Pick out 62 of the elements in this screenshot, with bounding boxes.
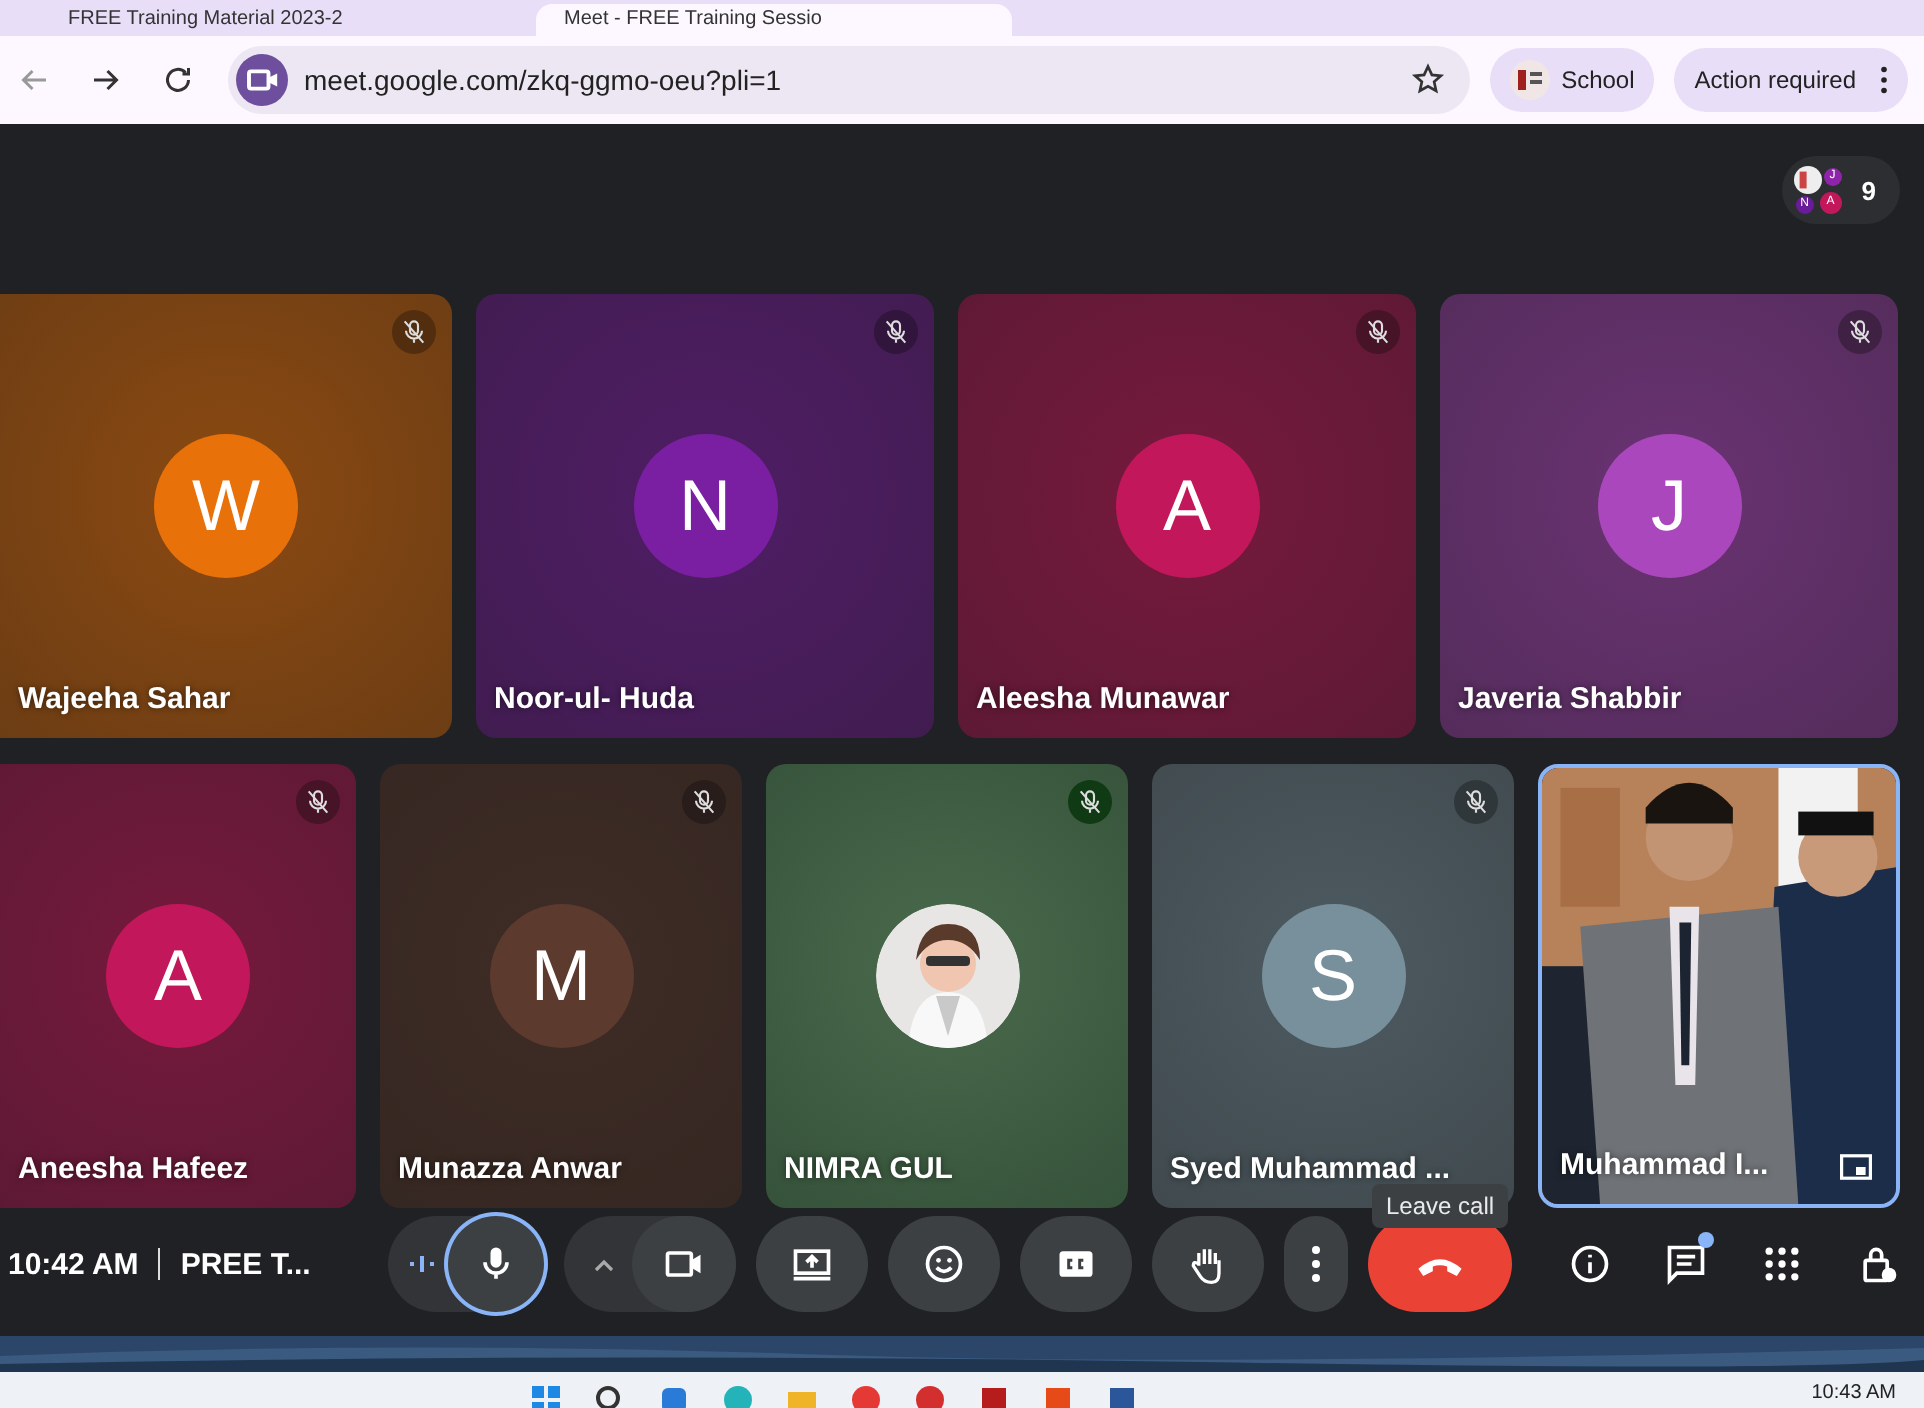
avatar-initial: A: [106, 904, 250, 1048]
app-icon[interactable]: [658, 1384, 690, 1408]
captions-button[interactable]: [1020, 1216, 1132, 1312]
participant-name: Aleesha Munawar: [976, 682, 1230, 716]
app-icon[interactable]: [1106, 1384, 1138, 1408]
participant-tile[interactable]: N Noor-ul- Huda: [476, 294, 934, 738]
smiley-icon: [922, 1242, 966, 1286]
participant-tile[interactable]: M Munazza Anwar: [380, 764, 742, 1208]
camera-button[interactable]: [632, 1216, 736, 1312]
tooltip: Leave call: [1372, 1184, 1509, 1228]
more-icon: [1880, 66, 1888, 94]
avatar-initial: W: [154, 434, 298, 578]
avatar-initial: A: [1115, 434, 1259, 578]
app-icon[interactable]: [850, 1384, 882, 1408]
action-required-button[interactable]: Action required: [1674, 48, 1908, 112]
taskbar-clock: 10:43 AM: [1811, 1382, 1896, 1404]
avatar-initial: M: [489, 904, 633, 1048]
caret-icon[interactable]: [592, 1256, 616, 1272]
reload-icon[interactable]: [160, 62, 196, 98]
profile-logo-icon: [1509, 60, 1550, 100]
pip-icon[interactable]: [1840, 1154, 1872, 1180]
browser-tab[interactable]: FREE Training Material 2023-2: [40, 4, 516, 36]
participant-name: Wajeeha Sahar: [18, 682, 231, 716]
info-icon: [1568, 1242, 1612, 1286]
participant-tile[interactable]: NIMRA GUL: [766, 764, 1128, 1208]
star-icon[interactable]: [1409, 62, 1446, 98]
participant-tile[interactable]: A Aneesha Hafeez: [0, 764, 356, 1208]
participant-name: Syed Muhammad ...: [1170, 1152, 1451, 1186]
participant-tile[interactable]: A Aleesha Munawar: [958, 294, 1416, 738]
address-bar[interactable]: meet.google.com/zkq-ggmo-oeu?pli=1: [228, 46, 1470, 114]
profile-button[interactable]: School: [1489, 48, 1655, 112]
participant-tile[interactable]: J Javeria Shabbir: [1440, 294, 1898, 738]
present-screen-button[interactable]: [756, 1216, 868, 1312]
participant-name: Javeria Shabbir: [1458, 682, 1682, 716]
windows-start-icon[interactable]: [530, 1384, 562, 1408]
grid-icon: [1760, 1242, 1804, 1286]
chat-icon: [1664, 1242, 1708, 1286]
participant-tile[interactable]: W Wajeeha Sahar: [0, 294, 452, 738]
participant-name: NIMRA GUL: [784, 1152, 953, 1186]
meeting-title: PREE T...: [180, 1247, 311, 1281]
participant-name: Aneesha Hafeez: [18, 1152, 249, 1186]
audio-level-icon: [408, 1252, 436, 1276]
more-icon: [1312, 1246, 1320, 1282]
url-text: meet.google.com/zkq-ggmo-oeu?pli=1: [304, 64, 784, 96]
participant-name: Noor-ul- Huda: [494, 682, 694, 716]
app-icon[interactable]: [978, 1384, 1010, 1408]
meeting-time: 10:42 AM: [8, 1247, 139, 1281]
search-icon[interactable]: [594, 1384, 626, 1408]
avatar-initial: J: [1597, 434, 1741, 578]
raise-hand-button[interactable]: [1152, 1216, 1264, 1312]
avatar-initial: S: [1261, 904, 1405, 1048]
app-icon[interactable]: [914, 1384, 946, 1408]
microphone-button[interactable]: [448, 1216, 544, 1312]
browser-tab[interactable]: Meet - FREE Training Sessio: [536, 4, 1012, 36]
avatar-initial: N: [633, 434, 777, 578]
participant-name: Munazza Anwar: [398, 1152, 622, 1186]
avatar-icon: [1793, 166, 1822, 194]
participant-count: 9: [1861, 175, 1876, 205]
emoji-button[interactable]: [888, 1216, 1000, 1312]
more-options-button[interactable]: [1284, 1216, 1348, 1312]
app-icon[interactable]: [1042, 1384, 1074, 1408]
camera-icon: [236, 54, 288, 106]
